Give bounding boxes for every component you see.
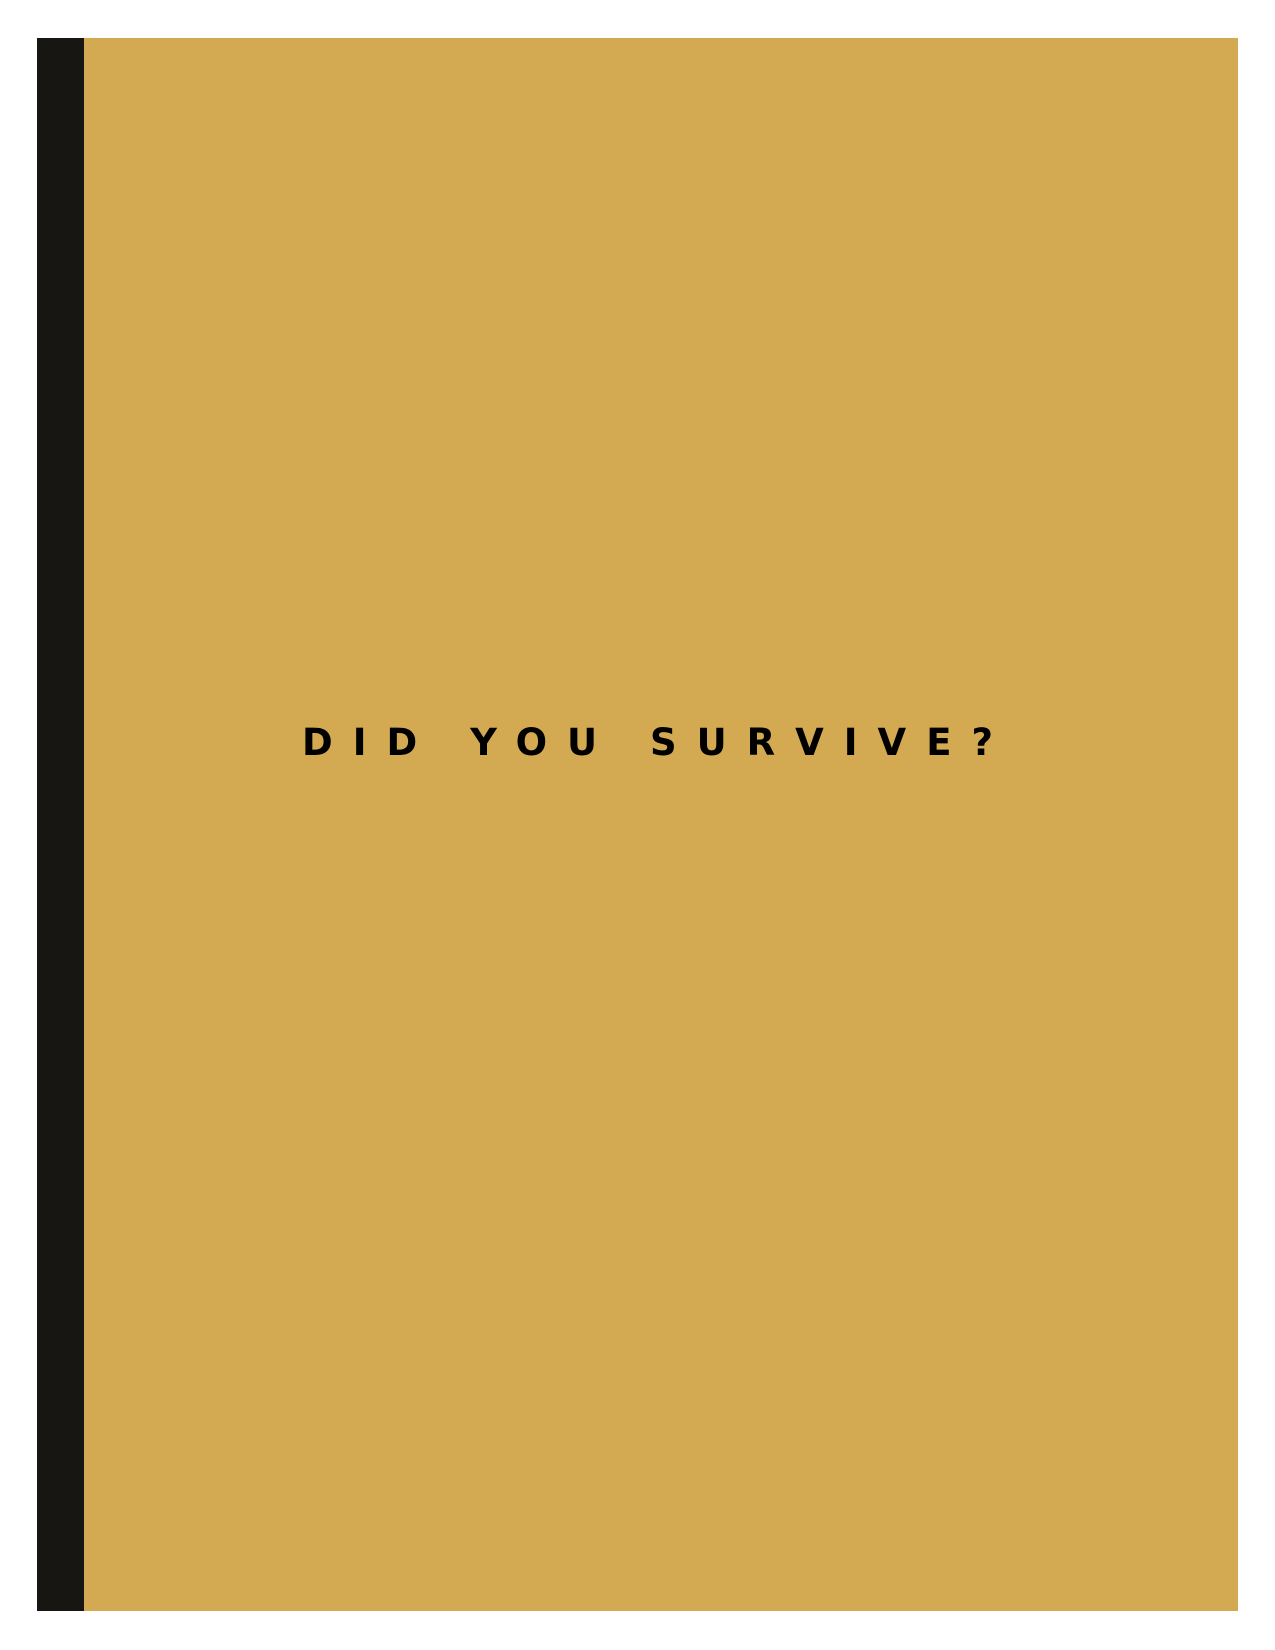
cover-spine-bar xyxy=(37,38,84,1611)
cover-panel xyxy=(84,38,1238,1611)
page-title: DID YOU SURVIVE? xyxy=(302,721,1013,764)
document-page: DID YOU SURVIVE? xyxy=(0,0,1275,1650)
